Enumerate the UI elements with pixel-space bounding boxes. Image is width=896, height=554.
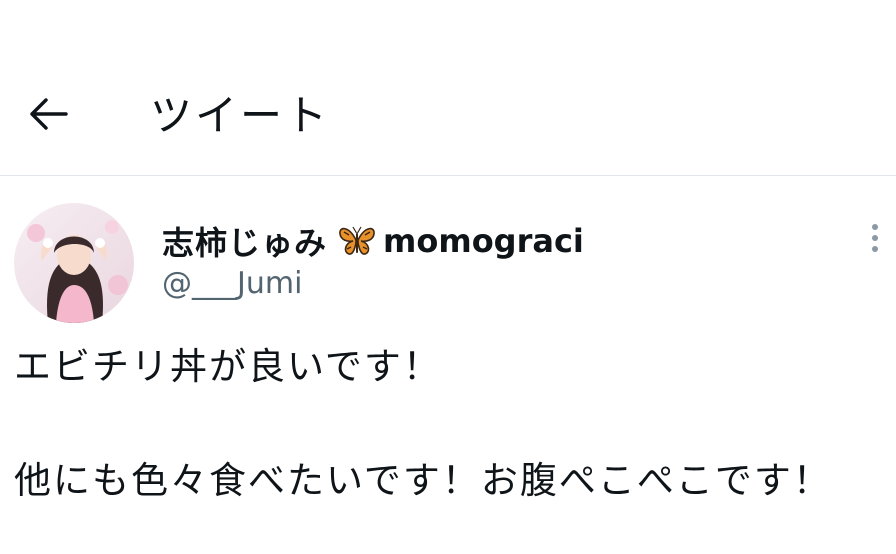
author-name-suffix: momograci	[383, 222, 584, 260]
author-name: 志柿じゅみ	[162, 224, 328, 262]
page-title: ツイート	[150, 91, 331, 140]
avatar[interactable]	[14, 203, 134, 323]
back-button[interactable]	[22, 90, 74, 142]
arrow-left-icon	[28, 97, 68, 135]
top-bar: ツイート	[0, 0, 896, 176]
author-handle[interactable]: @___Jumi	[162, 266, 302, 301]
more-vertical-icon	[871, 222, 879, 258]
more-options-button[interactable]	[860, 220, 890, 260]
author-name-row[interactable]: 志柿じゅみ momograci	[162, 219, 584, 263]
butterfly-emoji-icon	[337, 224, 377, 258]
tweet-text: エビチリ丼が良いです！ 他にも色々食べたいです！お腹ぺこぺこです！	[14, 345, 832, 502]
